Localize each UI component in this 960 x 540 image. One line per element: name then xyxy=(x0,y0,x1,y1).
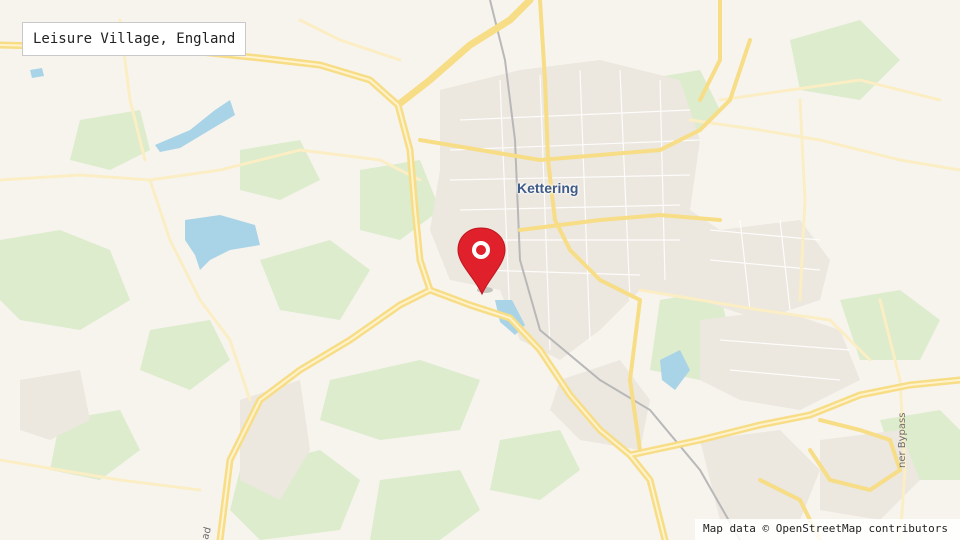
map-canvas[interactable]: Kettering ner Bypass ad Leisure Village,… xyxy=(0,0,960,540)
map-attribution[interactable]: Map data © OpenStreetMap contributors xyxy=(694,519,960,540)
map-pin-icon[interactable] xyxy=(455,226,507,296)
map-title: Leisure Village, England xyxy=(22,22,247,56)
place-label-kettering: Kettering xyxy=(517,180,579,196)
road-label-bypass: ner Bypass xyxy=(897,412,908,468)
